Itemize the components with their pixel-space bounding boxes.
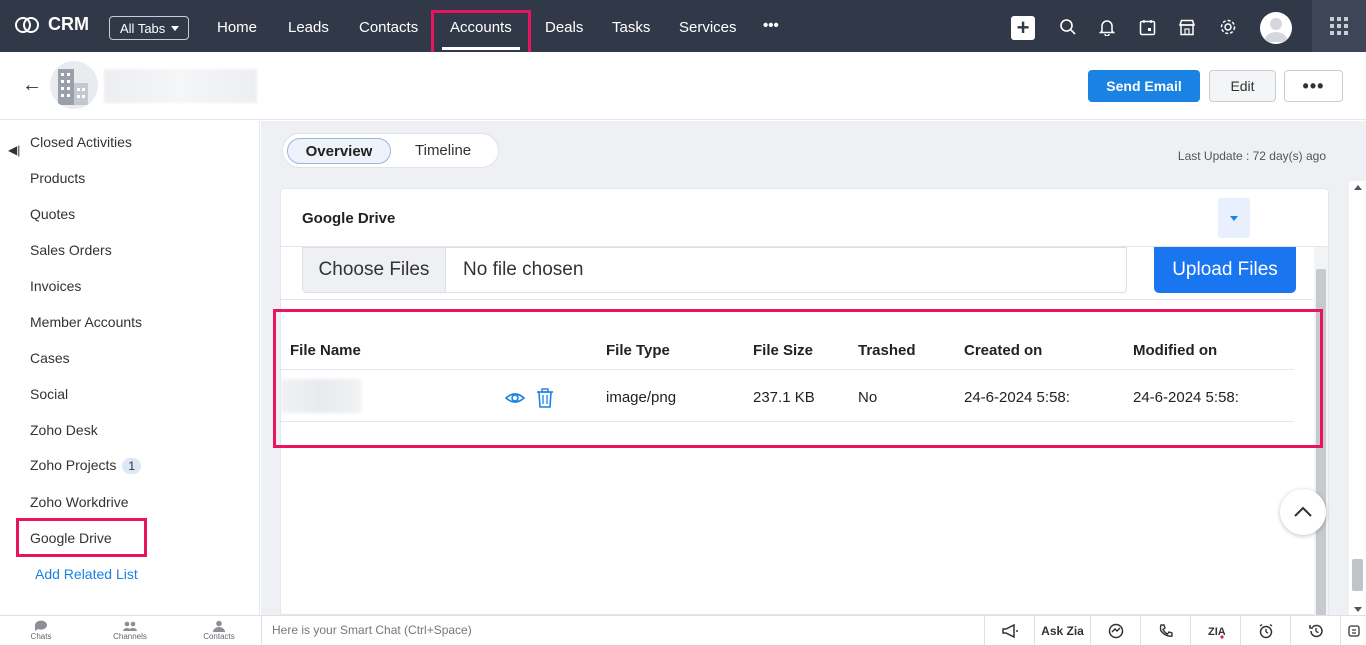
crm-logo-icon bbox=[15, 16, 39, 33]
top-navbar: CRM All Tabs Home Leads Contacts Account… bbox=[0, 0, 1366, 52]
more-actions-button[interactable]: ••• bbox=[1284, 70, 1343, 102]
bell-icon[interactable] bbox=[1097, 17, 1117, 37]
divider bbox=[281, 299, 1313, 300]
contacts-label: Contacts bbox=[203, 632, 235, 641]
settings-icon[interactable] bbox=[1340, 616, 1366, 645]
collapse-sidebar-icon[interactable]: ◀| bbox=[8, 143, 20, 157]
user-avatar[interactable] bbox=[1260, 12, 1292, 44]
marketplace-icon[interactable] bbox=[1177, 17, 1197, 37]
account-name-redacted bbox=[104, 69, 257, 103]
sidebar-item-quotes[interactable]: Quotes bbox=[30, 206, 75, 222]
sidebar-item-zoho-projects[interactable]: Zoho Projects 1 bbox=[30, 457, 142, 474]
crm-logo[interactable]: CRM bbox=[14, 14, 89, 35]
nav-contacts[interactable]: Contacts bbox=[359, 19, 418, 36]
nav-tasks[interactable]: Tasks bbox=[612, 19, 650, 36]
building-icon bbox=[58, 69, 88, 105]
sidebar-item-zoho-desk[interactable]: Zoho Desk bbox=[30, 422, 98, 438]
channels-icon bbox=[123, 621, 137, 631]
caret-down-icon bbox=[171, 25, 180, 31]
related-list-sidebar: ◀| Closed Activities Products Quotes Sal… bbox=[0, 121, 260, 615]
scroll-to-top-button[interactable] bbox=[1280, 489, 1326, 535]
contact-person-icon bbox=[213, 620, 225, 632]
phone-icon[interactable] bbox=[1140, 616, 1190, 645]
sidebar-item-zoho-workdrive[interactable]: Zoho Workdrive bbox=[30, 494, 129, 510]
signals-icon[interactable] bbox=[1090, 616, 1140, 645]
sidebar-item-label: Zoho Projects bbox=[30, 457, 117, 473]
sidebar-item-cases[interactable]: Cases bbox=[30, 350, 70, 366]
nav-deals[interactable]: Deals bbox=[545, 19, 583, 36]
choose-files-button[interactable]: Choose Files bbox=[303, 248, 446, 292]
files-table-highlight-box bbox=[273, 309, 1323, 448]
sidebar-item-member-accounts[interactable]: Member Accounts bbox=[30, 314, 142, 330]
sidebar-item-products[interactable]: Products bbox=[30, 170, 85, 186]
alarm-clock-icon[interactable] bbox=[1240, 616, 1290, 645]
no-file-chosen-text: No file chosen bbox=[463, 259, 584, 280]
caret-down-icon bbox=[1230, 215, 1238, 221]
bottom-bar: Chats Channels Contacts Here is your Sma… bbox=[0, 615, 1366, 645]
contacts-button[interactable]: Contacts bbox=[189, 620, 249, 641]
app-name: CRM bbox=[48, 14, 89, 34]
apps-grid-icon[interactable] bbox=[1312, 0, 1366, 52]
send-email-button[interactable]: Send Email bbox=[1088, 70, 1200, 102]
tab-overview[interactable]: Overview bbox=[287, 138, 391, 164]
nav-more[interactable]: ••• bbox=[763, 17, 779, 34]
sidebar-item-invoices[interactable]: Invoices bbox=[30, 278, 81, 294]
file-chooser[interactable]: Choose Files No file chosen bbox=[302, 247, 1127, 293]
card-options-dropdown[interactable] bbox=[1218, 198, 1250, 238]
smart-chat-input[interactable]: Here is your Smart Chat (Ctrl+Space) bbox=[261, 616, 984, 645]
gear-icon[interactable] bbox=[1218, 17, 1238, 37]
last-update-text: Last Update : 72 day(s) ago bbox=[1177, 149, 1326, 163]
view-tabs: Overview Timeline bbox=[282, 133, 499, 168]
page-scrollbar[interactable] bbox=[1349, 181, 1366, 615]
google-drive-highlight-box bbox=[16, 518, 147, 557]
scroll-down-arrow-icon[interactable] bbox=[1354, 607, 1362, 612]
back-arrow-icon[interactable]: ← bbox=[22, 74, 42, 97]
upload-files-button[interactable]: Upload Files bbox=[1154, 247, 1296, 293]
chevron-up-icon bbox=[1294, 506, 1312, 517]
scroll-up-arrow-icon[interactable] bbox=[1354, 185, 1362, 190]
add-related-list-link[interactable]: Add Related List bbox=[35, 566, 138, 582]
chat-bubble-icon bbox=[35, 620, 47, 631]
record-header: ← Send Email Edit ••• bbox=[0, 52, 1366, 120]
count-badge: 1 bbox=[122, 458, 142, 474]
edit-button[interactable]: Edit bbox=[1209, 70, 1276, 102]
all-tabs-label: All Tabs bbox=[120, 20, 166, 36]
nav-home[interactable]: Home bbox=[217, 19, 257, 36]
channels-button[interactable]: Channels bbox=[100, 620, 160, 641]
nav-leads[interactable]: Leads bbox=[288, 19, 329, 36]
chats-button[interactable]: Chats bbox=[11, 620, 71, 641]
account-avatar bbox=[50, 61, 98, 109]
page-scrollbar-thumb[interactable] bbox=[1352, 559, 1363, 591]
sidebar-item-social[interactable]: Social bbox=[30, 386, 68, 402]
zia-icon[interactable]: ZIA bbox=[1190, 616, 1240, 645]
ask-zia-button[interactable]: Ask Zia bbox=[1034, 616, 1090, 645]
history-icon[interactable] bbox=[1290, 616, 1340, 645]
create-plus-button[interactable]: + bbox=[1011, 16, 1035, 40]
sidebar-item-sales-orders[interactable]: Sales Orders bbox=[30, 242, 112, 258]
all-tabs-dropdown[interactable]: All Tabs bbox=[109, 16, 189, 40]
calendar-icon[interactable] bbox=[1137, 17, 1157, 37]
chats-label: Chats bbox=[30, 632, 52, 641]
nav-services[interactable]: Services bbox=[679, 19, 737, 36]
search-icon[interactable] bbox=[1058, 17, 1078, 37]
tab-timeline[interactable]: Timeline bbox=[415, 142, 471, 159]
sidebar-item-closed-activities[interactable]: Closed Activities bbox=[30, 134, 132, 150]
card-title: Google Drive bbox=[302, 210, 396, 227]
channels-label: Channels bbox=[113, 632, 147, 641]
megaphone-icon[interactable] bbox=[984, 616, 1034, 645]
